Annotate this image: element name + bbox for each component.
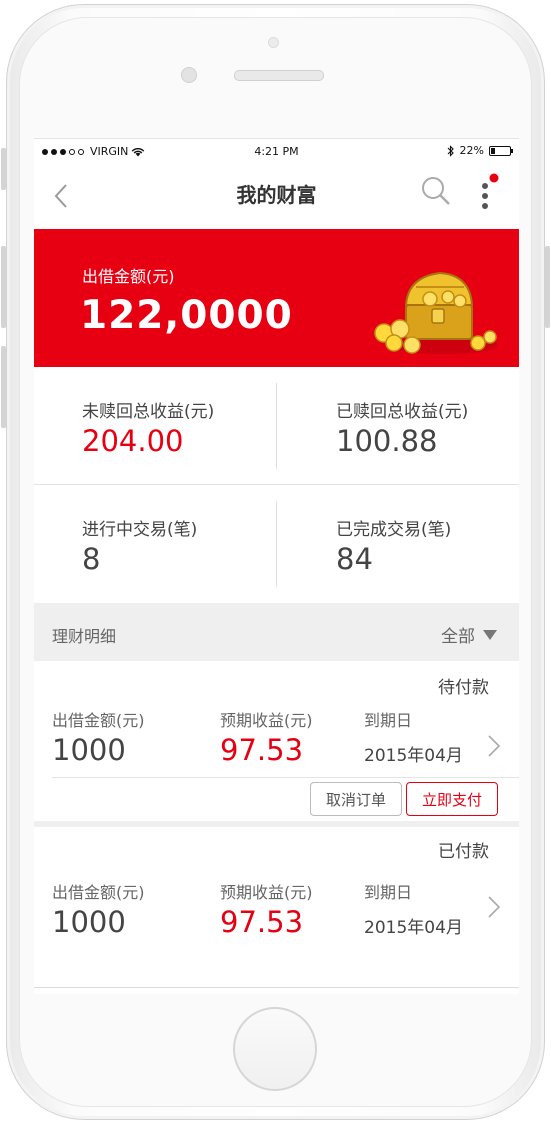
due-label: 到期日 (364, 711, 413, 730)
notification-dot (489, 173, 499, 183)
stat-ongoing-trades: 进行中交易(笔) 8 (34, 485, 276, 602)
amount-value: 1000 (52, 733, 126, 767)
stat-label: 进行中交易(笔) (82, 520, 198, 540)
stat-value: 204.00 (82, 424, 184, 458)
stat-label: 未赎回总收益(元) (82, 402, 215, 422)
stat-label: 已赎回总收益(元) (336, 402, 469, 422)
amount-label: 出借金额(元) (52, 711, 145, 730)
filter-dropdown[interactable]: 全部 (441, 622, 497, 647)
stat-value: 100.88 (336, 424, 438, 458)
pay-now-button[interactable]: 立即支付 (406, 782, 498, 816)
more-vertical-icon[interactable] (478, 171, 502, 215)
yield-value: 97.53 (220, 733, 304, 767)
stat-unredeemed-yield: 未赎回总收益(元) 204.00 (34, 367, 276, 484)
search-icon[interactable] (420, 175, 452, 207)
battery-percent: 22% (459, 144, 484, 157)
mute-switch (1, 148, 6, 190)
amount-label: 出借金额(元) (52, 883, 145, 902)
section-title: 理财明细 (52, 627, 117, 646)
list-bottom-border (34, 987, 519, 988)
app-screen: VIRGIN 4:21 PM 22% 我的财富 出借金额(元) 122,0000… (34, 138, 519, 994)
due-label: 到期日 (364, 883, 413, 902)
card-divider (52, 777, 519, 778)
status-bar: VIRGIN 4:21 PM 22% (34, 139, 519, 163)
record-card[interactable]: 已付款 出借金额(元) 1000 预期收益(元) 97.53 到期日 2015年… (34, 827, 519, 987)
record-yield: 预期收益(元) 97.53 (220, 879, 313, 939)
record-amount: 出借金额(元) 1000 (52, 707, 145, 767)
bluetooth-icon (447, 144, 454, 157)
stat-redeemed-yield: 已赎回总收益(元) 100.88 (276, 367, 518, 484)
record-status: 待付款 (438, 678, 489, 698)
volume-up-button (1, 246, 6, 328)
earpiece-speaker (234, 70, 324, 81)
chevron-right-icon[interactable] (487, 895, 501, 919)
chevron-right-icon[interactable] (487, 734, 501, 758)
due-value: 2015年04月 (364, 746, 463, 766)
stat-label: 已完成交易(笔) (336, 520, 452, 540)
vertical-divider (276, 501, 277, 587)
record-yield: 预期收益(元) 97.53 (220, 707, 313, 767)
vertical-divider (276, 383, 277, 469)
battery-fill (491, 147, 495, 154)
yield-label: 预期收益(元) (220, 711, 313, 730)
record-due: 到期日 2015年04月 (364, 707, 463, 766)
power-button (545, 246, 550, 328)
record-card[interactable]: 待付款 出借金额(元) 1000 预期收益(元) 97.53 到期日 2015年… (34, 661, 519, 821)
total-lent-value: 122,0000 (80, 293, 293, 338)
caret-down-icon (483, 629, 497, 640)
cancel-order-button[interactable]: 取消订单 (310, 782, 402, 816)
filter-label: 全部 (441, 627, 475, 647)
record-due: 到期日 2015年04月 (364, 879, 463, 938)
proximity-sensor (268, 37, 279, 48)
total-lent-banner: 出借金额(元) 122,0000 (34, 229, 519, 367)
stat-value: 84 (336, 542, 373, 576)
horizontal-divider (34, 484, 519, 485)
stats-grid: 未赎回总收益(元) 204.00 已赎回总收益(元) 100.88 进行中交易(… (34, 367, 519, 603)
yield-label: 预期收益(元) (220, 883, 313, 902)
section-header: 理财明细 全部 (34, 603, 519, 661)
volume-down-button (1, 346, 6, 428)
record-status: 已付款 (438, 842, 489, 862)
stat-completed-trades: 已完成交易(笔) 84 (276, 485, 518, 602)
front-camera (181, 67, 197, 83)
record-amount: 出借金额(元) 1000 (52, 879, 145, 939)
total-lent-label: 出借金额(元) (82, 267, 175, 286)
home-button[interactable] (233, 1007, 317, 1091)
nav-bar: 我的财富 (34, 163, 519, 229)
stat-value: 8 (82, 542, 101, 576)
due-value: 2015年04月 (364, 918, 463, 938)
battery-icon (489, 145, 513, 156)
yield-value: 97.53 (220, 905, 304, 939)
status-right: 22% (447, 144, 513, 157)
treasure-chest-icon (374, 271, 498, 354)
amount-value: 1000 (52, 905, 126, 939)
